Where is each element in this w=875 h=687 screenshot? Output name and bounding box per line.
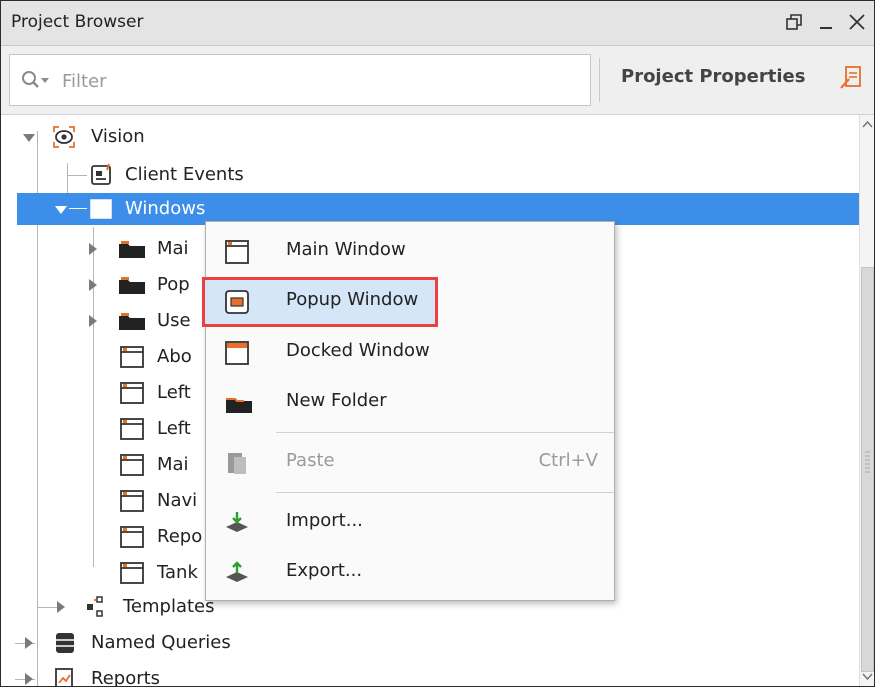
menu-item-docked-window[interactable]: Docked Window — [206, 328, 614, 378]
tree-node-label: Vision — [91, 126, 145, 147]
docked-window-icon — [224, 340, 250, 366]
window-icon — [89, 197, 113, 225]
menu-item-main-window[interactable]: Main Window — [206, 227, 614, 277]
menu-item-label: New Folder — [286, 390, 387, 411]
expand-toggle-icon[interactable] — [55, 206, 67, 214]
export-icon — [224, 560, 250, 586]
menu-separator — [276, 492, 614, 493]
menu-item-label: Export... — [286, 560, 363, 581]
project-browser-panel: Project Browser Filter Project Propertie… — [0, 0, 875, 687]
tree-node-label: Tank — [157, 562, 198, 583]
client-events-icon — [89, 162, 115, 192]
context-menu: Main Window Popup Window Docked Window N… — [202, 221, 615, 601]
menu-item-label: Main Window — [286, 239, 406, 260]
menu-item-import[interactable]: Import... — [206, 498, 614, 548]
search-dropdown-icon[interactable] — [20, 69, 52, 95]
scroll-up-icon[interactable] — [860, 115, 874, 135]
menu-item-label: Import... — [286, 510, 363, 531]
popup-window-icon — [224, 289, 250, 315]
expand-toggle-icon[interactable] — [89, 315, 97, 327]
tree-node-window[interactable]: Mai — [1, 449, 221, 481]
tree-node-label: Use — [157, 310, 191, 331]
menu-item-label: Popup Window — [286, 289, 419, 310]
tree-node-window[interactable]: Left — [1, 413, 221, 445]
menu-item-export[interactable]: Export... — [206, 548, 614, 598]
window-icon — [119, 380, 145, 410]
folder-icon — [117, 273, 147, 301]
tree-node-label: Named Queries — [91, 632, 231, 653]
expand-toggle-icon[interactable] — [89, 279, 97, 291]
tree-node-label: Abo — [157, 346, 192, 367]
menu-item-label: Docked Window — [286, 340, 430, 361]
scroll-down-icon[interactable] — [860, 666, 874, 686]
expand-toggle-icon[interactable] — [25, 637, 33, 649]
filter-input[interactable] — [60, 65, 564, 97]
tree-node-label: Mai — [157, 454, 189, 475]
window-icon — [119, 344, 145, 374]
tree-node-label: Left — [157, 382, 191, 403]
database-icon — [53, 631, 77, 659]
close-icon[interactable] — [846, 11, 868, 33]
tree-node-label: Windows — [125, 198, 206, 219]
tree-node-window[interactable]: Left — [1, 377, 221, 409]
vision-module-icon — [51, 124, 77, 154]
expand-toggle-icon[interactable] — [57, 601, 65, 613]
folder-icon — [117, 237, 147, 265]
menu-shortcut: Ctrl+V — [538, 450, 598, 471]
tree-node-label: Navi — [157, 490, 198, 511]
project-properties-icon[interactable] — [838, 64, 864, 94]
main-window-icon — [224, 239, 250, 265]
tree-guide-line — [69, 208, 87, 209]
tree-node-window[interactable]: Abo — [1, 341, 221, 373]
import-icon — [224, 510, 250, 536]
window-icon — [119, 560, 145, 590]
tree-node-label: Reports — [91, 668, 161, 687]
tree-node-label: Mai — [157, 238, 189, 259]
menu-item-popup-window[interactable]: Popup Window — [202, 277, 438, 327]
tree-node-label: Left — [157, 418, 191, 439]
vertical-scrollbar[interactable] — [859, 115, 874, 686]
tree-node-label: Client Events — [125, 164, 244, 185]
tree-node-named-queries[interactable]: Named Queries — [1, 627, 401, 659]
menu-item-paste[interactable]: Paste Ctrl+V — [206, 438, 614, 488]
scrollbar-thumb[interactable] — [861, 267, 874, 672]
window-icon — [119, 416, 145, 446]
tree-node-vision[interactable]: Vision — [1, 121, 859, 153]
tree-node-label: Pop — [157, 274, 190, 295]
window-icon — [119, 488, 145, 518]
tree-node-label: Templates — [123, 596, 215, 617]
restore-icon[interactable] — [783, 11, 805, 33]
menu-item-new-folder[interactable]: New Folder — [206, 378, 614, 428]
expand-toggle-icon[interactable] — [89, 243, 97, 255]
menu-separator — [276, 432, 614, 433]
tree-node-client-events[interactable]: Client Events — [1, 159, 859, 191]
browser-toolbar: Project Properties — [1, 46, 874, 115]
folder-icon — [117, 309, 147, 337]
window-icon — [119, 452, 145, 482]
tree-node-window[interactable]: Navi — [1, 485, 221, 517]
tree-node-folder[interactable]: Pop — [1, 269, 221, 301]
paste-icon — [224, 450, 250, 476]
tree-node-folder[interactable]: Mai — [1, 233, 221, 265]
project-properties-button[interactable]: Project Properties — [621, 66, 805, 87]
filter-field[interactable] — [9, 54, 591, 106]
toolbar-divider — [599, 58, 600, 102]
window-icon — [119, 524, 145, 554]
tree-node-window[interactable]: Repo — [1, 521, 221, 553]
report-icon — [53, 667, 77, 686]
expand-toggle-icon[interactable] — [23, 134, 35, 142]
minimize-icon[interactable] — [816, 11, 838, 33]
tree-node-label: Repo — [157, 526, 203, 547]
templates-icon — [85, 594, 113, 624]
folder-icon — [224, 390, 252, 416]
expand-toggle-icon[interactable] — [25, 673, 33, 685]
tree-node-reports[interactable]: Reports — [1, 663, 401, 687]
tree-node-window[interactable]: Tank — [1, 557, 221, 589]
panel-title: Project Browser — [11, 12, 144, 32]
tree-node-folder[interactable]: Use — [1, 305, 221, 337]
title-bar: Project Browser — [1, 1, 874, 46]
menu-item-label: Paste — [286, 450, 335, 471]
